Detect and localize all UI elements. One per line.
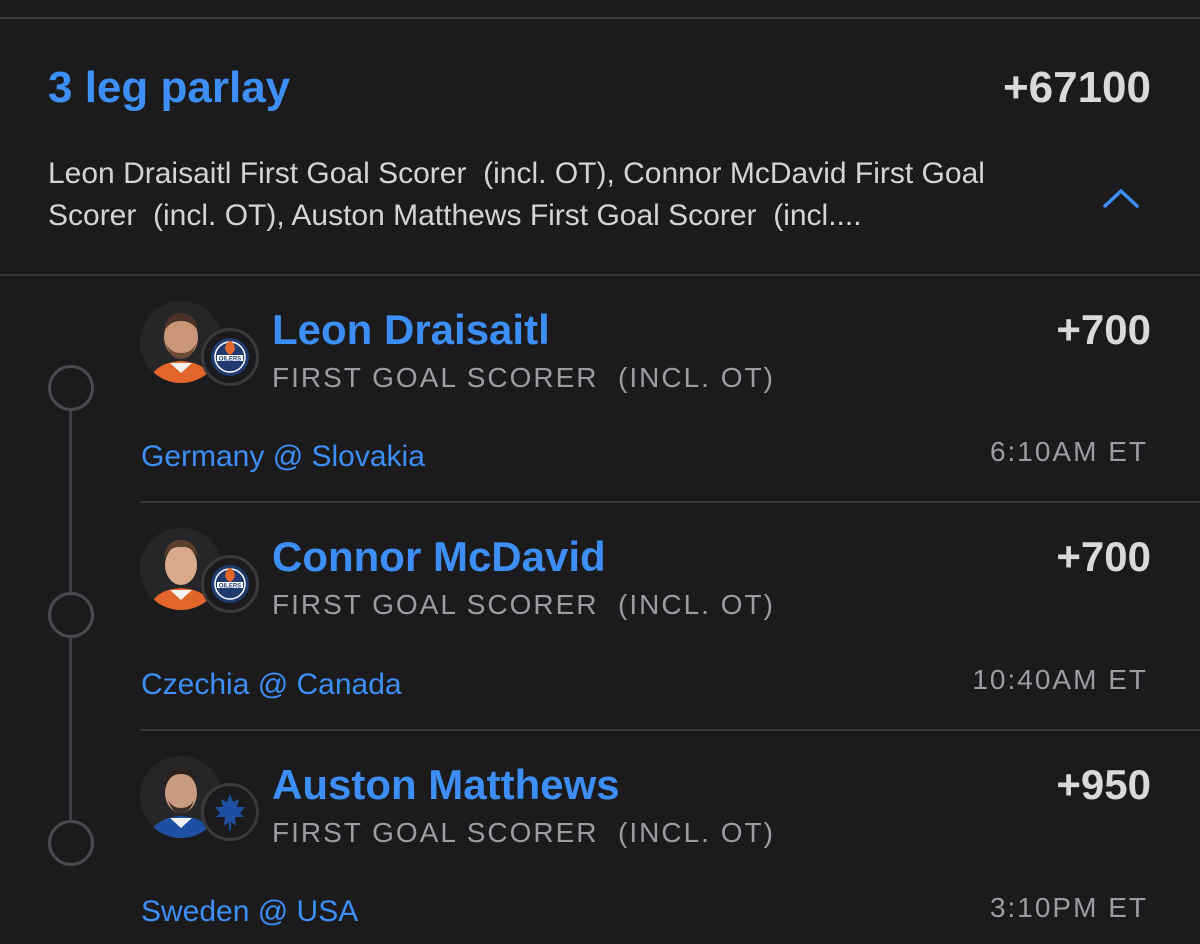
player-name[interactable]: Leon Draisaitl — [272, 304, 550, 356]
market-label: FIRST GOAL SCORER (INCL. OT) — [272, 362, 775, 393]
timeline-dot — [48, 592, 94, 638]
collapse-button[interactable] — [1099, 178, 1143, 218]
top-divider — [0, 17, 1200, 19]
player-name[interactable]: Auston Matthews — [272, 759, 620, 811]
leg-divider — [140, 501, 1200, 503]
leg-odds: +950 — [1056, 761, 1151, 808]
chevron-up-icon — [1103, 189, 1139, 208]
timeline-dot — [48, 820, 94, 866]
matchup-link[interactable]: Sweden @ USA — [141, 892, 358, 932]
game-time: 3:10PM ET — [989, 892, 1148, 923]
oilers-logo-icon: OILERS — [201, 328, 259, 386]
player-name[interactable]: Connor McDavid — [272, 531, 606, 583]
market-label: FIRST GOAL SCORER (INCL. OT) — [272, 817, 775, 848]
maple-leafs-logo-icon — [201, 783, 259, 841]
leg-divider — [140, 729, 1200, 731]
matchup-link[interactable]: Germany @ Slovakia — [141, 437, 425, 477]
timeline-dot — [48, 365, 94, 411]
game-time: 10:40AM ET — [972, 664, 1148, 695]
svg-text:OILERS: OILERS — [219, 584, 241, 590]
parlay-title: 3 leg parlay — [48, 63, 291, 112]
parlay-summary: Leon Draisaitl First Goal Scorer (incl. … — [48, 157, 994, 232]
svg-text:OILERS: OILERS — [219, 357, 241, 363]
leg-odds: +700 — [1056, 533, 1151, 580]
oilers-logo-icon: OILERS — [201, 555, 259, 613]
market-label: FIRST GOAL SCORER (INCL. OT) — [272, 589, 775, 620]
parlay-odds: +67100 — [1002, 63, 1151, 112]
leg-odds: +700 — [1056, 306, 1151, 353]
game-time: 6:10AM ET — [989, 436, 1148, 467]
matchup-link[interactable]: Czechia @ Canada — [141, 665, 402, 705]
header-divider — [0, 274, 1200, 276]
